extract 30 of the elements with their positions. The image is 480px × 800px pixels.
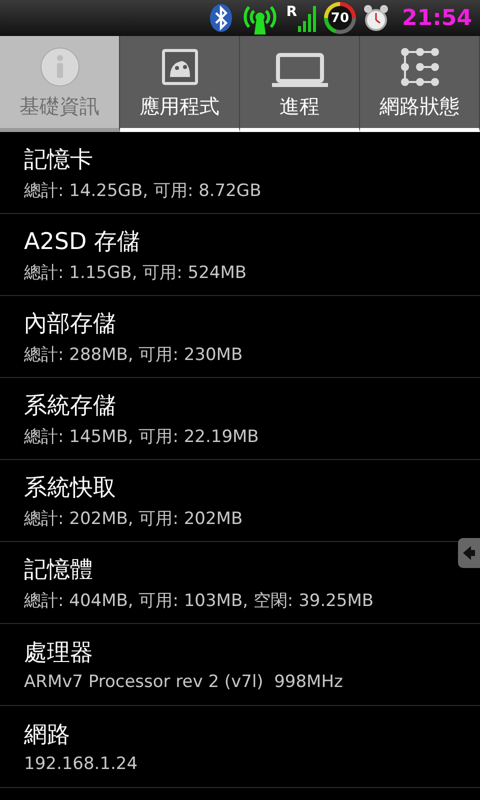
clock-time: 21:54 bbox=[402, 6, 472, 30]
item-detail: 總計: 202MB, 可用: 202MB bbox=[24, 508, 244, 530]
battery-gauge: 70 bbox=[324, 2, 356, 34]
item-detail: 總計: 145MB, 可用: 22.19MB bbox=[24, 426, 260, 448]
tab[interactable]: 應用程式 bbox=[120, 36, 240, 132]
item-title: A2SD 存儲 bbox=[24, 228, 141, 256]
item-detail: ARMv7 Processor rev 2 (v7l) 998MHz bbox=[24, 672, 344, 692]
alarm-clock-icon bbox=[362, 4, 390, 32]
item-detail: 總計: 288MB, 可用: 230MB bbox=[24, 344, 244, 366]
item-title: 處理器 bbox=[24, 639, 94, 668]
item-title: 記憶卡 bbox=[24, 146, 94, 174]
tab[interactable]: 網路狀態 bbox=[360, 36, 480, 132]
signal-icon bbox=[298, 4, 318, 32]
roaming-label: R bbox=[286, 4, 297, 20]
item-detail: 總計: 1.15GB, 可用: 524MB bbox=[24, 262, 248, 284]
item-detail: 192.168.1.24 bbox=[24, 754, 139, 774]
item-title: 系統快取 bbox=[24, 474, 117, 502]
item-title: 系統存儲 bbox=[24, 392, 117, 420]
item-title: 記憶體 bbox=[24, 556, 94, 584]
item-title: 內部存儲 bbox=[24, 310, 117, 338]
info-icon bbox=[40, 47, 80, 87]
item-detail: 總計: 404MB, 可用: 103MB, 空閑: 39.25MB bbox=[24, 590, 375, 612]
item-title: 網路 bbox=[24, 721, 71, 750]
bluetooth-icon bbox=[208, 3, 234, 33]
network-icon bbox=[400, 47, 440, 87]
drawer-handle[interactable] bbox=[458, 538, 480, 568]
tab[interactable]: 進程 bbox=[240, 36, 360, 132]
left-arrow-icon bbox=[463, 546, 475, 560]
laptop-icon bbox=[272, 53, 328, 87]
item-detail: 總計: 14.25GB, 可用: 8.72GB bbox=[24, 180, 262, 202]
